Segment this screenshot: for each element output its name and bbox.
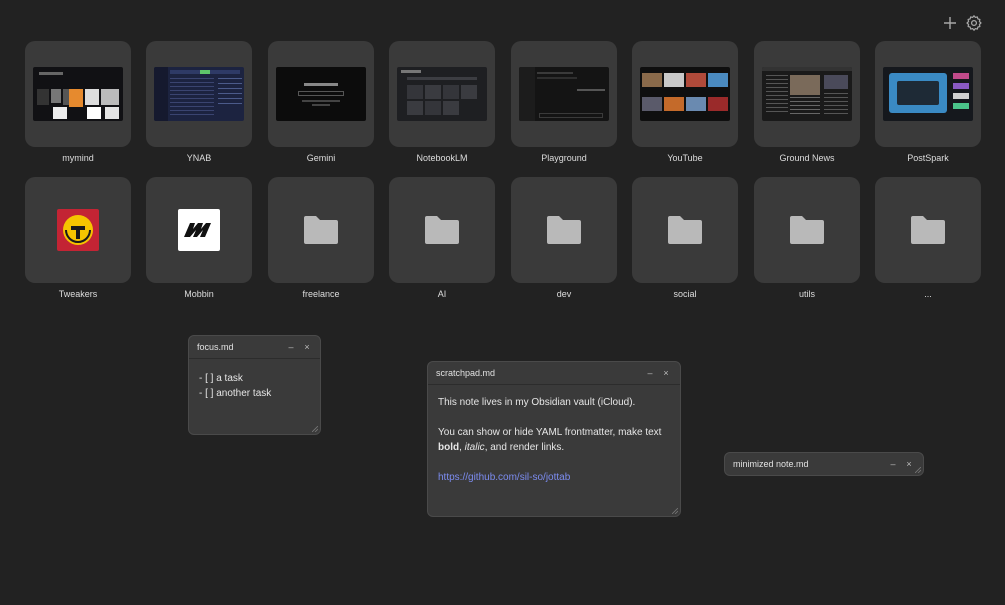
shortcut-label: ... (924, 289, 932, 299)
shortcut-label: AI (437, 289, 447, 299)
tweakers-icon (57, 209, 99, 251)
resize-handle-icon[interactable] (672, 508, 678, 514)
youtube-thumbnail (640, 67, 730, 121)
shortcut-label: dev (556, 289, 572, 299)
note-title: focus.md (197, 342, 234, 352)
tile[interactable] (389, 41, 495, 147)
ynab-thumbnail (154, 67, 244, 121)
folder-icon (304, 216, 338, 244)
note-header[interactable]: focus.md – × (189, 336, 320, 359)
ground-news-thumbnail (762, 67, 852, 121)
shortcut-label: PostSpark (907, 153, 949, 163)
shortcut-label: social (673, 289, 697, 299)
tile[interactable] (25, 41, 131, 147)
shortcut-label: YouTube (667, 153, 703, 163)
shortcut-ynab[interactable]: YNAB (146, 41, 252, 163)
note-paragraph: You can show or hide YAML frontmatter, m… (438, 427, 662, 438)
github-link[interactable]: https://github.com/sil-so/jottab (438, 470, 670, 485)
close-button[interactable]: × (903, 458, 915, 470)
shortcut-label: mymind (62, 153, 94, 163)
folder-social[interactable]: social (632, 177, 738, 299)
folder-freelance[interactable]: freelance (268, 177, 374, 299)
tile[interactable] (632, 41, 738, 147)
playground-thumbnail (519, 67, 609, 121)
shortcut-notebooklm[interactable]: NotebookLM (389, 41, 495, 163)
minimize-button[interactable]: – (887, 458, 899, 470)
folder-icon (425, 216, 459, 244)
shortcut-youtube[interactable]: YouTube (632, 41, 738, 163)
bold-text: bold (438, 442, 460, 453)
shortcut-label: YNAB (186, 153, 212, 163)
shortcut-ground-news[interactable]: Ground News (754, 41, 860, 163)
folder-ai[interactable]: AI (389, 177, 495, 299)
shortcut-gemini[interactable]: Gemini (268, 41, 374, 163)
tile[interactable] (511, 41, 617, 147)
shortcut-label: Gemini (306, 153, 336, 163)
settings-button[interactable] (965, 14, 983, 32)
shortcut-tweakers[interactable]: Tweakers (25, 177, 131, 299)
folder-icon (911, 216, 945, 244)
shortcut-postspark[interactable]: PostSpark (875, 41, 981, 163)
note-header[interactable]: minimized note.md – × (725, 453, 923, 475)
tile[interactable] (146, 41, 252, 147)
task-item[interactable]: - [ ] another task (199, 386, 310, 401)
postspark-thumbnail (883, 67, 973, 121)
folder-more[interactable]: ... (875, 177, 981, 299)
close-button[interactable]: × (301, 341, 313, 353)
resize-handle-icon[interactable] (915, 467, 921, 473)
note-body[interactable]: This note lives in my Obsidian vault (iC… (428, 385, 680, 495)
tile[interactable] (268, 41, 374, 147)
folder-utils[interactable]: utils (754, 177, 860, 299)
italic-text: italic (464, 442, 485, 453)
resize-handle-icon[interactable] (312, 426, 318, 432)
shortcut-label: utils (798, 289, 815, 299)
shortcut-mobbin[interactable]: Mobbin (146, 177, 252, 299)
mymind-thumbnail (33, 67, 123, 121)
note-text: , and render links. (484, 442, 565, 453)
task-item[interactable]: - [ ] a task (199, 371, 310, 386)
note-focus[interactable]: focus.md – × - [ ] a task - [ ] another … (188, 335, 321, 435)
folder-icon (547, 216, 581, 244)
note-header[interactable]: scratchpad.md – × (428, 362, 680, 385)
tile[interactable] (875, 41, 981, 147)
tile[interactable] (754, 41, 860, 147)
folder-icon (790, 216, 824, 244)
notebooklm-thumbnail (397, 67, 487, 121)
shortcut-label: NotebookLM (416, 153, 468, 163)
mobbin-icon (178, 209, 220, 251)
add-button[interactable] (941, 14, 959, 32)
tile[interactable] (268, 177, 374, 283)
folder-dev[interactable]: dev (511, 177, 617, 299)
tile[interactable] (146, 177, 252, 283)
minimize-button[interactable]: – (285, 341, 297, 353)
tile[interactable] (389, 177, 495, 283)
tile[interactable] (754, 177, 860, 283)
shortcut-label: Ground News (779, 153, 835, 163)
note-minimized[interactable]: minimized note.md – × (724, 452, 924, 476)
plus-icon (944, 17, 956, 29)
shortcut-label: freelance (302, 289, 340, 299)
note-scratchpad[interactable]: scratchpad.md – × This note lives in my … (427, 361, 681, 517)
shortcut-label: Playground (541, 153, 587, 163)
tile[interactable] (632, 177, 738, 283)
note-title: scratchpad.md (436, 368, 496, 378)
shortcut-playground[interactable]: Playground (511, 41, 617, 163)
note-paragraph: This note lives in my Obsidian vault (iC… (438, 397, 636, 408)
note-body[interactable]: - [ ] a task - [ ] another task (189, 359, 320, 411)
shortcut-label: Mobbin (184, 289, 214, 299)
gemini-thumbnail (276, 67, 366, 121)
shortcut-mymind[interactable]: mymind (25, 41, 131, 163)
minimize-button[interactable]: – (644, 367, 656, 379)
note-title: minimized note.md (733, 459, 809, 469)
gear-icon (966, 15, 982, 31)
tile[interactable] (875, 177, 981, 283)
close-button[interactable]: × (660, 367, 672, 379)
folder-icon (668, 216, 702, 244)
shortcut-label: Tweakers (58, 289, 98, 299)
tile[interactable] (511, 177, 617, 283)
tile[interactable] (25, 177, 131, 283)
note-paragraph: bold, italic, and render links. (438, 440, 670, 455)
